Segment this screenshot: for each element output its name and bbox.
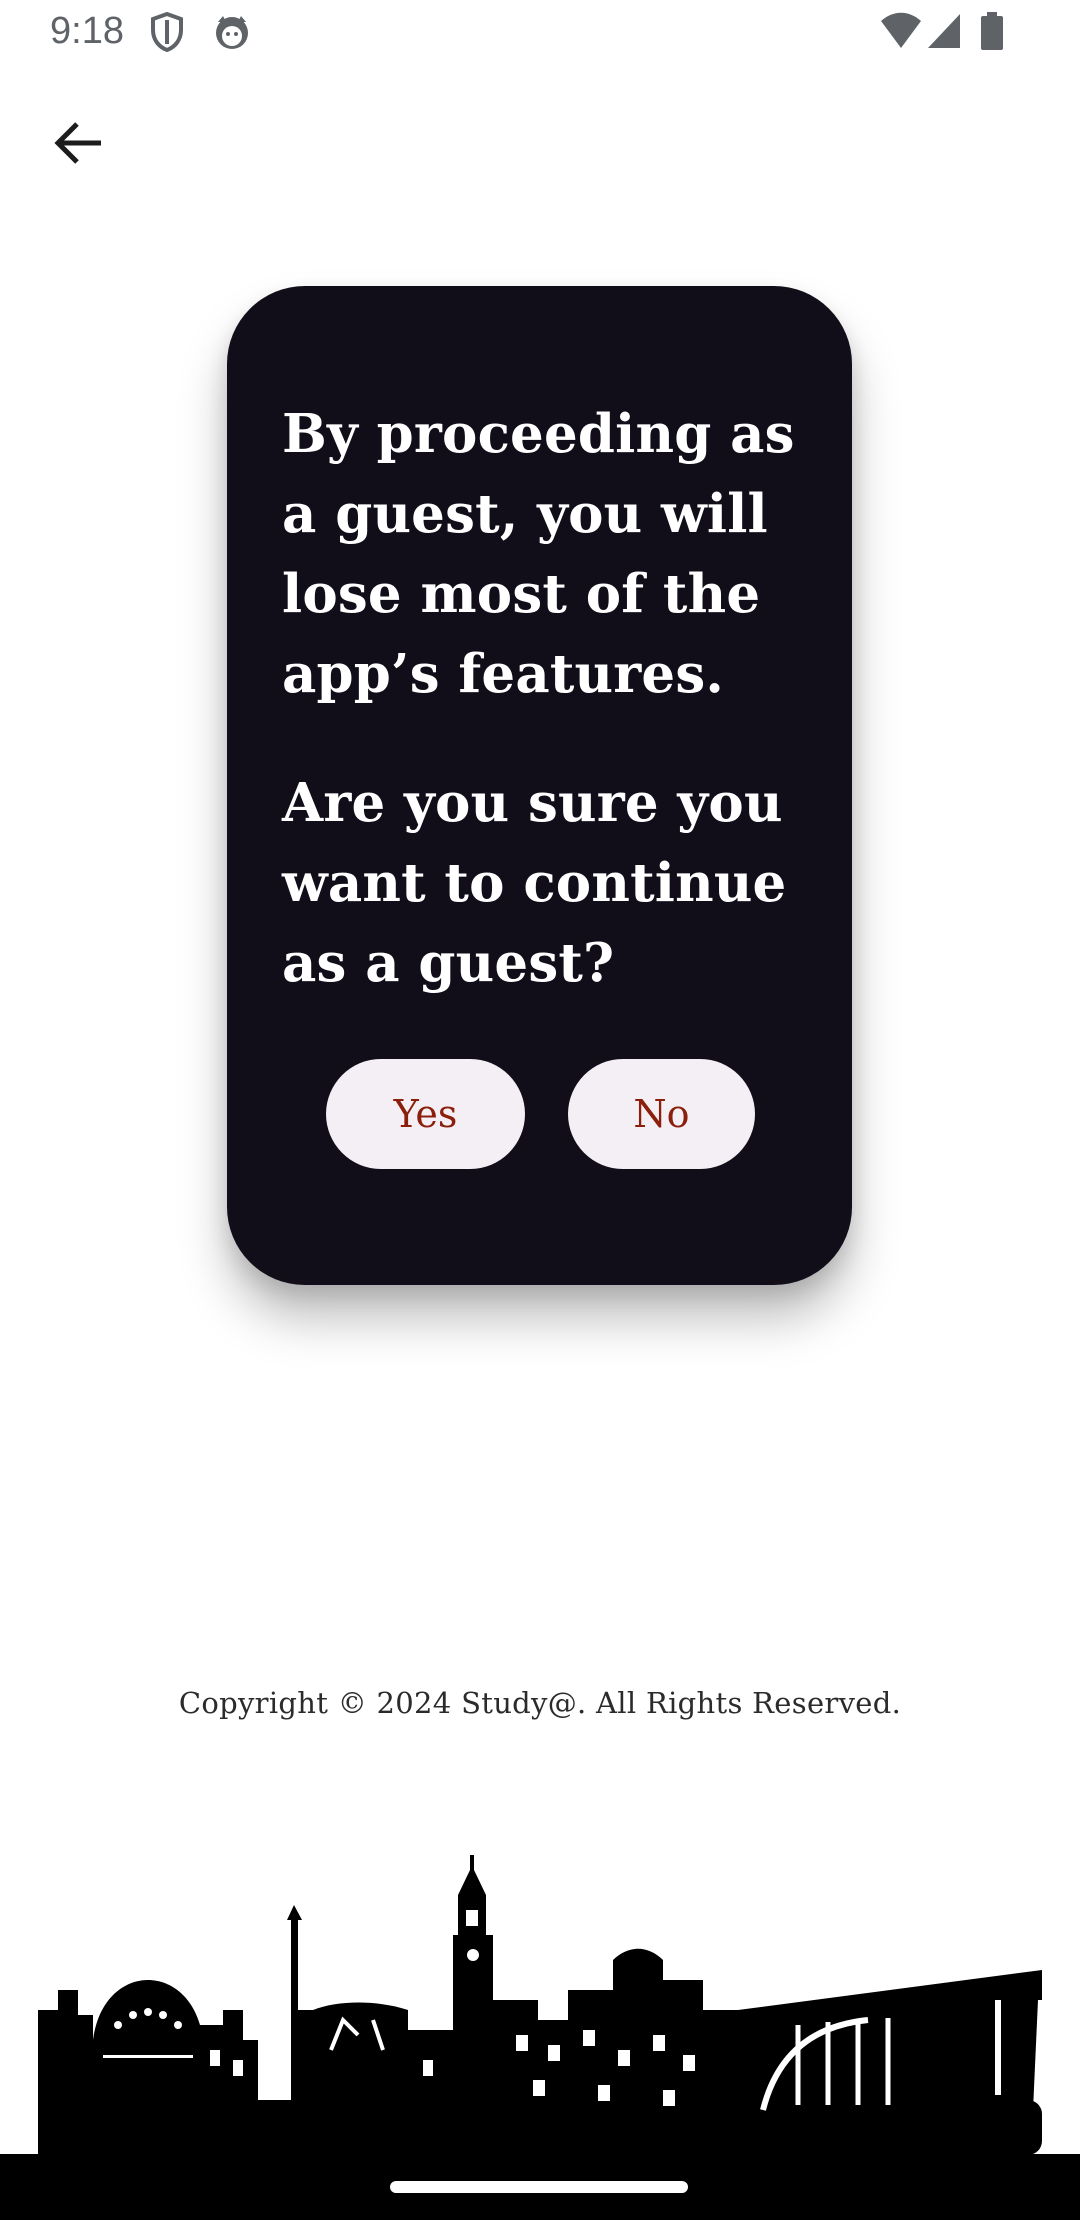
- copyright-text: Copyright © 2024 Study@. All Rights Rese…: [178, 1686, 902, 1720]
- status-time: 9:18: [50, 10, 124, 52]
- dialog-question-text: Are you sure you want to continue as a g…: [282, 772, 787, 994]
- arrow-left-icon: [53, 120, 103, 170]
- home-indicator[interactable]: [390, 2181, 688, 2193]
- cat-icon: [212, 12, 252, 56]
- back-button[interactable]: [38, 105, 118, 185]
- shield-icon: [150, 11, 184, 56]
- yes-button[interactable]: Yes: [326, 1059, 525, 1169]
- guest-confirm-dialog: By proceeding as a guest, you will lose …: [227, 286, 852, 1285]
- no-button[interactable]: No: [568, 1059, 755, 1169]
- status-bar: 9:18: [0, 0, 1080, 64]
- city-skyline-illustration: [38, 1850, 1042, 2155]
- signal-icon: [926, 12, 962, 54]
- battery-icon: [980, 12, 1004, 56]
- dialog-button-row: Yes No: [227, 1059, 852, 1169]
- dialog-warning-text: By proceeding as a guest, you will lose …: [282, 403, 795, 705]
- wifi-icon: [880, 12, 922, 54]
